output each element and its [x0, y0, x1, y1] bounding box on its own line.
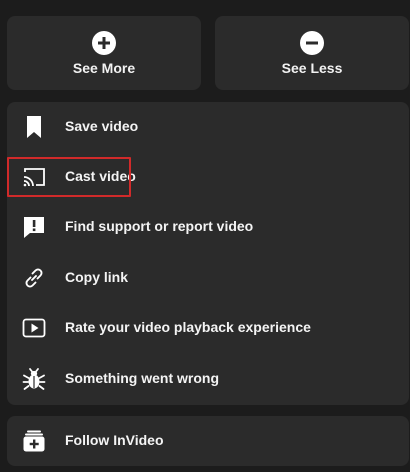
menu-item-label: Save video [65, 118, 139, 134]
see-more-button[interactable]: See More [7, 16, 201, 90]
see-less-button[interactable]: See Less [215, 16, 409, 90]
see-less-label: See Less [281, 60, 343, 76]
menu-item-label: Something went wrong [65, 370, 219, 386]
report-icon [21, 214, 47, 240]
menu-item-something-wrong[interactable]: Something went wrong [7, 354, 409, 404]
menu-item-save-video[interactable]: Save video [7, 102, 409, 152]
menu-item-label: Copy link [65, 269, 129, 285]
menu-item-label: Rate your video playback experience [65, 319, 311, 335]
menu-item-label: Find support or report video [65, 218, 254, 234]
menu-item-rate-playback[interactable]: Rate your video playback experience [7, 303, 409, 353]
menu-list: Save video Cast video Find support or re… [7, 102, 409, 405]
play-rate-icon [21, 315, 47, 341]
minus-circle-icon [299, 30, 325, 56]
bug-icon [21, 366, 47, 392]
link-icon [21, 265, 47, 291]
copy-link-highlight-box [7, 157, 131, 197]
follow-icon [21, 428, 47, 454]
see-more-label: See More [72, 60, 136, 76]
follow-button[interactable]: Follow InVideo [7, 416, 409, 466]
menu-item-copy-link[interactable]: Copy link [7, 253, 409, 303]
follow-label: Follow InVideo [65, 432, 164, 448]
bookmark-icon [21, 114, 47, 140]
menu-item-report-video[interactable]: Find support or report video [7, 202, 409, 252]
plus-circle-icon [91, 30, 117, 56]
follow-item: Follow InVideo [7, 416, 409, 466]
top-actions: See More See Less [0, 0, 410, 90]
